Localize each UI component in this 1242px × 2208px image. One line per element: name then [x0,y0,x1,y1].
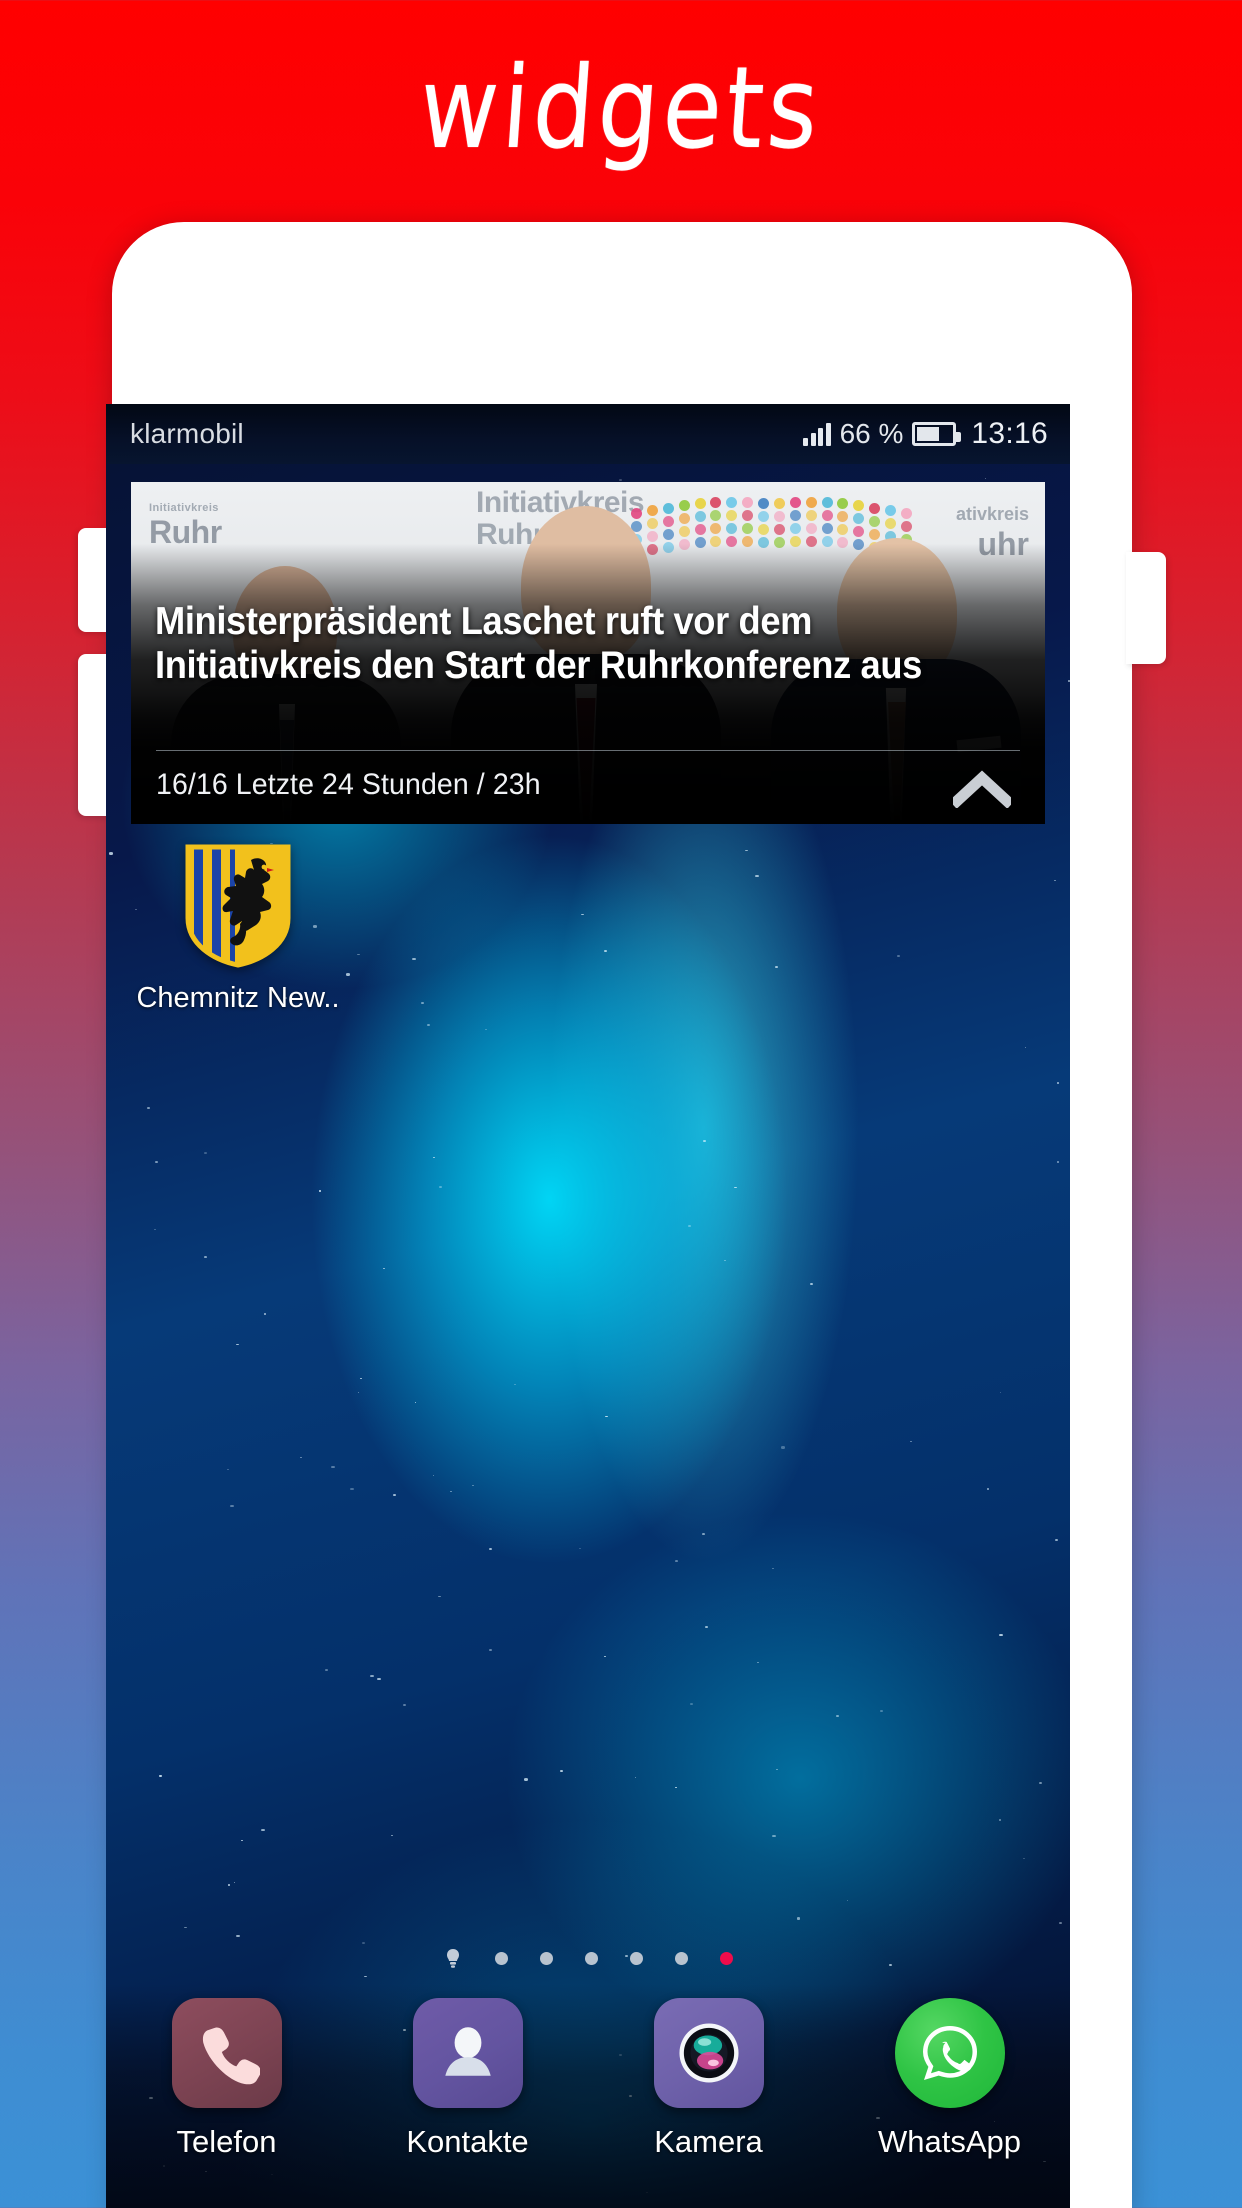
clock-label: 13:16 [971,417,1048,450]
contact-icon [412,1998,523,2108]
dock-item-kontakte[interactable]: Kontakte [378,1998,558,2160]
whatsapp-icon [894,1998,1005,2108]
status-bar: klarmobil 66 % 13:16 [106,404,1070,464]
page-indicator-home-icon[interactable] [443,1947,463,1969]
dock-label-whatsapp: WhatsApp [877,2124,1021,2159]
page-title: widgets [415,41,827,174]
phone-icon [171,1998,282,2108]
phone-screen: klarmobil 66 % 13:16 Initiativkreis Ruhr… [106,404,1070,2208]
dock-item-whatsapp[interactable]: WhatsApp [860,1998,1040,2160]
signal-bars-icon [803,422,831,446]
dock-item-kamera[interactable]: Kamera [619,1998,799,2160]
dock-label-telefon: Telefon [176,2124,277,2159]
news-headline[interactable]: Ministerpräsident Laschet ruft vor dem I… [155,600,966,689]
camera-icon [653,1998,764,2108]
status-bar-right: 66 % 13:16 [803,417,1048,451]
app-icon-chemnitz-news[interactable]: Chemnitz New.. [136,844,340,1015]
page-indicator[interactable] [106,1947,1070,1969]
battery-icon [912,422,962,446]
news-divider [156,750,1020,751]
page-indicator-dot[interactable] [630,1951,643,1965]
carrier-label: klarmobil [130,418,244,449]
dock: Telefon Kontakte Kamera WhatsApp [106,1984,1070,2208]
page-indicator-dot[interactable] [675,1951,688,1965]
chemnitz-crest-icon [185,844,291,968]
dock-item-telefon[interactable]: Telefon [137,1998,317,2160]
power-button[interactable] [1126,552,1166,664]
news-meta-label: 16/16 Letzte 24 Stunden / 23h [156,768,541,801]
page-header: widgets [0,0,1242,215]
news-widget[interactable]: Initiativkreis Ruhr Initiativkreis Ruhr … [131,482,1045,824]
app-label-chemnitz-news: Chemnitz New.. [136,982,340,1014]
phone-mockup: klarmobil 66 % 13:16 Initiativkreis Ruhr… [78,222,1166,2208]
dock-label-kamera: Kamera [654,2124,763,2159]
page-indicator-dot[interactable] [540,1951,553,1965]
battery-percent-label: 66 % [839,418,904,449]
dock-label-kontakte: Kontakte [406,2124,529,2159]
page-indicator-dot[interactable] [495,1951,508,1965]
page-indicator-dot-active[interactable] [720,1951,733,1965]
chevron-up-icon[interactable] [949,768,1015,809]
page-indicator-dot[interactable] [585,1951,598,1965]
